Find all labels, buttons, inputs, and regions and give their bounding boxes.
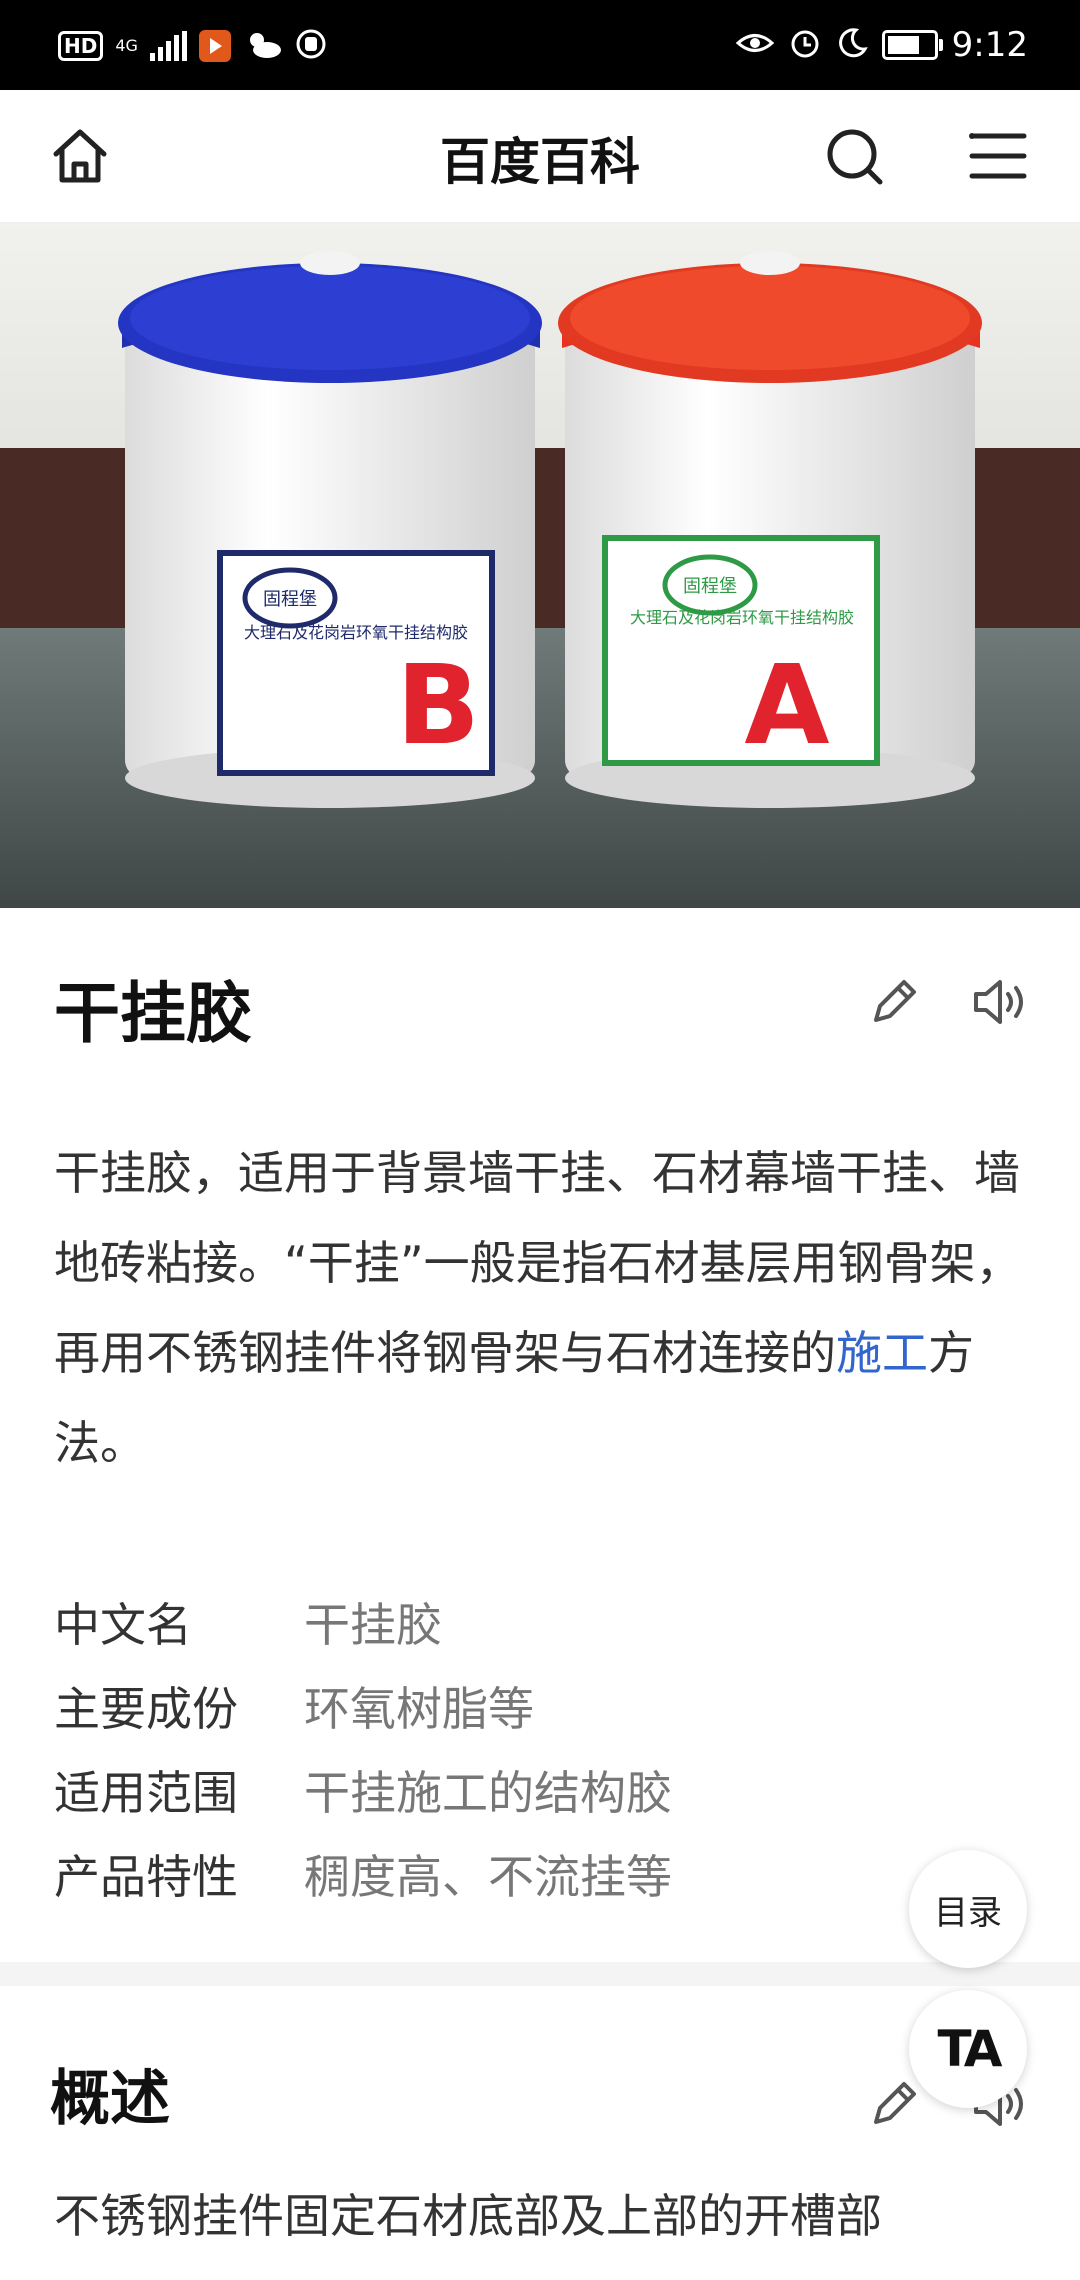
infobox-key: 适用范围 bbox=[54, 1766, 238, 1820]
infobox-row: 主要成份 环氧树脂等 bbox=[54, 1664, 1034, 1748]
status-right: 9:12 bbox=[735, 20, 1028, 70]
status-left: HD 4G bbox=[58, 28, 327, 64]
infobox-row: 适用范围 干挂施工的结构胶 bbox=[54, 1748, 1034, 1832]
ta-label: TA bbox=[937, 2020, 1003, 2078]
summary-link[interactable]: 施工 bbox=[836, 1326, 928, 1380]
toc-button[interactable]: 目录 bbox=[909, 1850, 1027, 1968]
svg-text:B: B bbox=[396, 641, 480, 769]
section-body: 不锈钢挂件固定石材底部及上部的开槽部 bbox=[54, 2189, 882, 2243]
status-bar: HD 4G 9:12 bbox=[0, 0, 1080, 90]
svg-text:大理石及花岗岩环氧干挂结构胶: 大理石及花岗岩环氧干挂结构胶 bbox=[630, 608, 854, 627]
infobox-row: 中文名 干挂胶 bbox=[54, 1580, 1034, 1664]
svg-text:固程堡: 固程堡 bbox=[263, 589, 317, 610]
alarm-icon bbox=[788, 26, 822, 64]
infobox-key: 产品特性 bbox=[54, 1850, 238, 1904]
menu-button[interactable] bbox=[962, 120, 1034, 192]
search-button[interactable] bbox=[818, 120, 890, 192]
hd-badge: HD bbox=[58, 31, 104, 61]
article-title: 干挂胶 bbox=[54, 975, 252, 1052]
product-photo: 固程堡 大理石及花岗岩环氧干挂结构胶 B 固程堡 大理石及花岗岩环氧干挂结构胶 … bbox=[0, 223, 1080, 908]
infobox-key: 主要成份 bbox=[54, 1682, 238, 1736]
page-title: 百度百科 bbox=[440, 133, 640, 191]
audio-button[interactable] bbox=[970, 970, 1034, 1034]
pencil-icon bbox=[874, 980, 916, 1022]
bucket-b: 固程堡 大理石及花岗岩环氧干挂结构胶 B bbox=[118, 251, 542, 808]
hand-icon bbox=[295, 28, 327, 64]
ta-button[interactable]: TA bbox=[909, 1990, 1027, 2108]
app-header: 百度百科 bbox=[0, 90, 1080, 224]
svg-text:固程堡: 固程堡 bbox=[683, 576, 737, 597]
search-icon bbox=[827, 129, 883, 185]
speaker-icon bbox=[974, 980, 1023, 1024]
infobox-value: 环氧树脂等 bbox=[304, 1682, 534, 1736]
infobox-key: 中文名 bbox=[54, 1598, 192, 1652]
section-divider bbox=[0, 1962, 1080, 1986]
weather-icon bbox=[243, 28, 283, 64]
clock: 9:12 bbox=[951, 25, 1028, 65]
infobox-value: 干挂胶 bbox=[304, 1598, 442, 1652]
eye-icon bbox=[735, 28, 774, 62]
moon-icon bbox=[836, 27, 868, 63]
network-type: 4G bbox=[115, 36, 138, 55]
section-edit-button[interactable] bbox=[862, 2072, 926, 2136]
infobox-value: 稠度高、不流挂等 bbox=[304, 1850, 672, 1904]
svg-text:A: A bbox=[744, 641, 829, 769]
hero-image[interactable]: 固程堡 大理石及花岗岩环氧干挂结构胶 B 固程堡 大理石及花岗岩环氧干挂结构胶 … bbox=[0, 223, 1080, 908]
svg-text:大理石及花岗岩环氧干挂结构胶: 大理石及花岗岩环氧干挂结构胶 bbox=[244, 623, 468, 642]
pencil-icon bbox=[874, 2082, 916, 2124]
toc-label: 目录 bbox=[934, 1892, 1002, 1933]
signal-icon bbox=[149, 31, 187, 61]
infobox: 中文名 干挂胶 主要成份 环氧树脂等 适用范围 干挂施工的结构胶 产品特性 稠度… bbox=[54, 1580, 1034, 1916]
infobox-value: 干挂施工的结构胶 bbox=[304, 1766, 672, 1820]
section-title: 概述 bbox=[50, 2064, 170, 2134]
infobox-row: 产品特性 稠度高、不流挂等 bbox=[54, 1832, 1034, 1916]
menu-icon bbox=[969, 133, 1027, 179]
video-app-icon bbox=[198, 30, 231, 62]
article-summary: 干挂胶，适用于背景墙干挂、石材幕墙干挂、墙地砖粘接。“干挂”一般是指石材基层用钢… bbox=[54, 1128, 1034, 1488]
edit-button[interactable] bbox=[862, 970, 926, 1034]
bucket-a: 固程堡 大理石及花岗岩环氧干挂结构胶 A bbox=[558, 251, 982, 808]
battery-icon bbox=[881, 30, 943, 60]
